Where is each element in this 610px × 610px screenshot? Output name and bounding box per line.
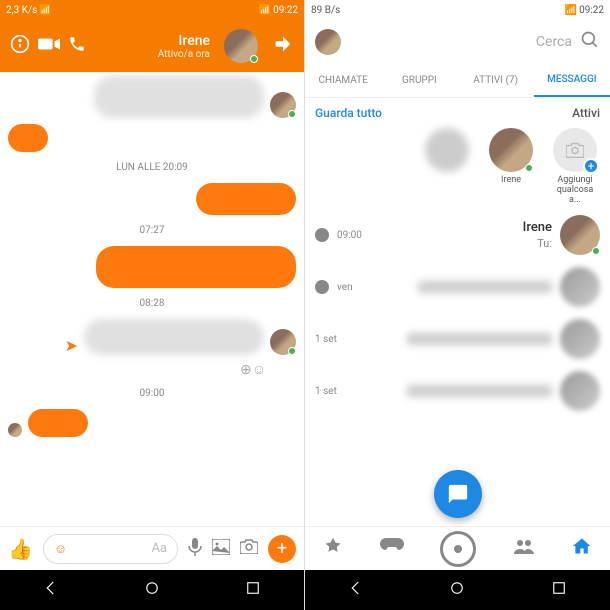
conversation-item[interactable]: ven xyxy=(305,261,610,313)
back-arrow-icon[interactable] xyxy=(272,33,294,59)
sender-avatar xyxy=(270,329,296,355)
status-bar: 2,3 K/s 📶 📶 09:22 xyxy=(0,0,304,20)
network-speed: 2,3 K/s xyxy=(6,5,37,16)
convo-preview: Tu: xyxy=(370,237,552,250)
voice-icon[interactable] xyxy=(188,538,202,560)
nav-recent-icon[interactable] xyxy=(550,579,568,601)
convo-time: 09:00 xyxy=(337,230,362,241)
gallery-icon[interactable] xyxy=(212,539,230,559)
tab-active[interactable]: ATTIVI (7) xyxy=(458,64,534,97)
seen-indicator xyxy=(315,280,329,294)
nav-games-icon[interactable] xyxy=(380,538,404,559)
conversation-item[interactable]: 1 set xyxy=(305,365,610,417)
info-icon[interactable] xyxy=(10,34,30,58)
chat-header: Irene Attivo/a ora xyxy=(0,20,304,72)
contact-name: Irene xyxy=(158,33,210,49)
convo-name: Irene xyxy=(370,220,552,235)
message-incoming[interactable] xyxy=(8,246,296,288)
convo-time: 1 set xyxy=(315,386,337,397)
nav-back-icon[interactable] xyxy=(347,579,365,601)
search-bar: Cerca xyxy=(305,20,610,64)
messages-area[interactable]: LUN ALLE 20:09 07:27 08:28 ➤ ⊕☺ 09:00 xyxy=(0,72,304,526)
timestamp: 09:00 xyxy=(8,388,296,399)
profile-avatar[interactable] xyxy=(315,29,341,55)
search-placeholder[interactable]: Cerca xyxy=(341,34,572,50)
message-incoming[interactable] xyxy=(8,76,296,118)
nav-back-icon[interactable] xyxy=(42,579,60,601)
clock: 09:22 xyxy=(273,5,298,16)
network-speed: 89 B/s xyxy=(311,5,340,16)
bottom-nav xyxy=(305,526,610,570)
nav-discover-icon[interactable] xyxy=(323,536,343,561)
emoji-picker-icon[interactable]: ☺ xyxy=(54,541,67,557)
timestamp: 08:28 xyxy=(8,298,296,309)
message-outgoing[interactable] xyxy=(8,409,296,437)
conversation-item[interactable]: 1 set xyxy=(305,313,610,365)
add-button[interactable]: + xyxy=(268,535,296,563)
active-contact[interactable] xyxy=(422,128,472,205)
tab-bar: CHIAMATE GRUPPI ATTIVI (7) MESSAGGI xyxy=(305,64,610,98)
active-contact-irene[interactable]: Irene xyxy=(486,128,536,205)
see-all-link[interactable]: Guarda tutto xyxy=(315,106,382,120)
contact-avatar[interactable] xyxy=(224,29,258,63)
android-nav-bar xyxy=(0,570,304,610)
video-call-icon[interactable] xyxy=(38,36,60,56)
timestamp: 07:27 xyxy=(8,225,296,236)
sender-avatar xyxy=(270,92,296,118)
home-screen: 89 B/s 📶 09:22 Cerca CHIAMATE GRUPPI ATT… xyxy=(305,0,610,610)
search-icon[interactable] xyxy=(580,30,600,54)
message-outgoing[interactable] xyxy=(8,124,296,152)
tab-messages[interactable]: MESSAGGI xyxy=(534,64,610,97)
share-icon[interactable]: ➤ xyxy=(65,336,78,355)
tab-groups[interactable]: GRUPPI xyxy=(381,64,457,97)
signal-icon: 📶 xyxy=(565,5,577,16)
message-input-bar: 👍 ☺ Aa + xyxy=(0,526,304,570)
convo-time: ven xyxy=(337,282,353,293)
message-incoming[interactable] xyxy=(8,183,296,215)
input-placeholder: Aa xyxy=(151,541,167,556)
nav-home-icon[interactable] xyxy=(572,536,592,561)
convo-time: 1 set xyxy=(315,334,337,345)
android-nav-bar xyxy=(305,570,610,610)
emoji-add-icon[interactable]: ⊕☺ xyxy=(240,361,266,378)
camera-icon[interactable] xyxy=(240,539,258,558)
add-story[interactable]: + Aggiungi qualcosa a... xyxy=(550,128,600,205)
thumbs-up-icon[interactable]: 👍 xyxy=(8,537,33,561)
audio-call-icon[interactable] xyxy=(68,35,86,57)
nav-home-icon[interactable] xyxy=(448,579,466,601)
add-badge-icon: + xyxy=(583,158,599,174)
tab-calls[interactable]: CHIAMATE xyxy=(305,64,381,97)
nav-home-icon[interactable] xyxy=(143,579,161,601)
active-section: Guarda tutto Attivi Irene + Aggiungi qua… xyxy=(305,98,610,209)
compose-fab[interactable] xyxy=(434,470,482,518)
convo-avatar xyxy=(560,319,600,359)
seen-indicator xyxy=(315,228,329,242)
wifi-icon: 📶 xyxy=(259,5,271,16)
signal-icon: 📶 xyxy=(39,5,51,16)
nav-people-icon[interactable] xyxy=(513,538,535,559)
convo-avatar xyxy=(560,371,600,411)
nav-recent-icon[interactable] xyxy=(244,579,262,601)
status-bar: 89 B/s 📶 09:22 xyxy=(305,0,610,20)
timestamp: LUN ALLE 20:09 xyxy=(8,162,296,173)
nav-camera-button[interactable] xyxy=(440,531,476,567)
contact-status: Attivo/a ora xyxy=(158,49,210,60)
conversation-item[interactable]: Irene Tu: 09:00 xyxy=(305,209,610,261)
convo-avatar xyxy=(560,267,600,307)
chat-screen: 2,3 K/s 📶 📶 09:22 xyxy=(0,0,305,610)
message-input[interactable]: ☺ Aa xyxy=(43,534,178,564)
message-incoming[interactable]: ➤ xyxy=(8,319,296,355)
seen-avatar xyxy=(8,423,22,437)
clock: 09:22 xyxy=(579,5,604,16)
convo-avatar xyxy=(560,215,600,255)
active-title: Attivi xyxy=(572,106,600,120)
